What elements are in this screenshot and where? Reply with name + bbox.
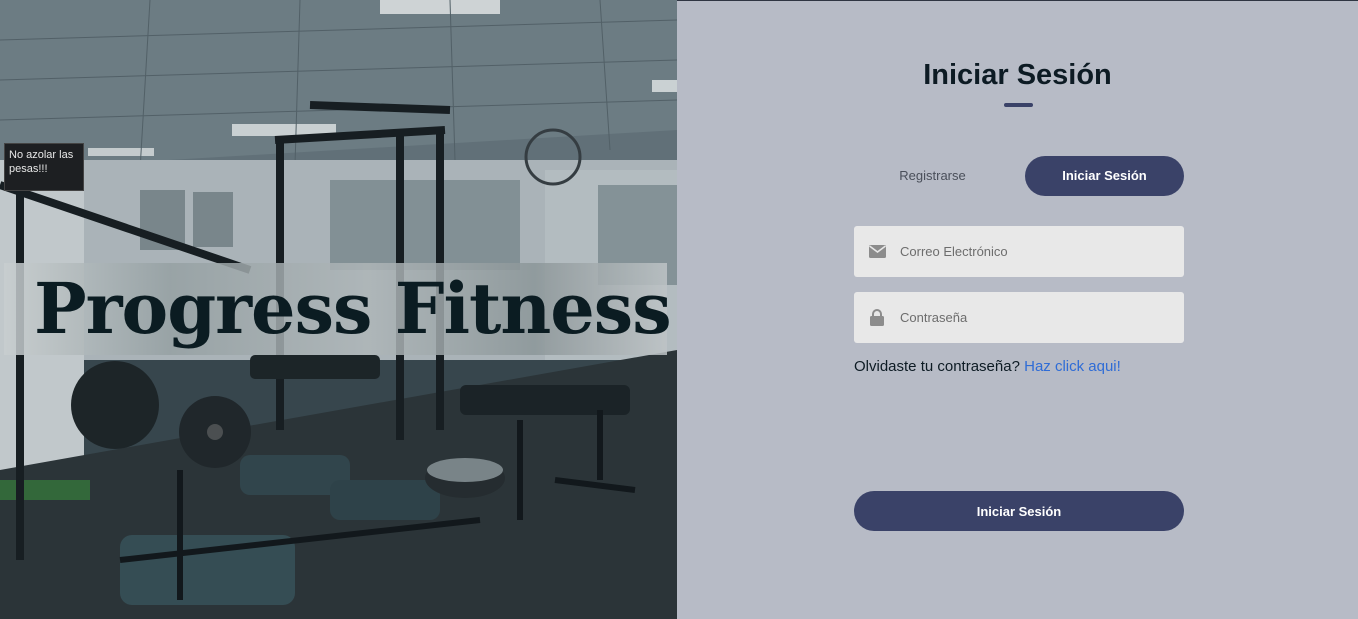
envelope-icon	[854, 245, 900, 258]
email-field[interactable]	[854, 226, 1184, 277]
login-submit-button[interactable]: Iniciar Sesión	[854, 491, 1184, 531]
tab-register[interactable]: Registrarse	[853, 156, 1012, 196]
password-field[interactable]	[854, 292, 1184, 343]
forgot-password: Olvidaste tu contraseña? Haz click aqui!	[854, 358, 1121, 375]
title-underline	[1004, 103, 1033, 107]
email-input[interactable]	[900, 231, 1170, 272]
gym-wall-sign: No azolar las pesas!!!	[4, 143, 84, 191]
login-page: No azolar las pesas!!! Progress Fitness …	[0, 0, 1358, 619]
brand-title: Progress Fitness	[34, 267, 672, 350]
forgot-password-link[interactable]: Haz click aqui!	[1024, 358, 1121, 375]
forgot-password-text: Olvidaste tu contraseña?	[854, 358, 1020, 375]
tab-login[interactable]: Iniciar Sesión	[1025, 156, 1184, 196]
lock-icon	[854, 309, 900, 326]
hero-image-panel: No azolar las pesas!!! Progress Fitness	[0, 0, 677, 619]
password-input[interactable]	[900, 297, 1170, 338]
page-title: Iniciar Sesión	[923, 59, 1112, 91]
login-form-panel: Iniciar Sesión Registrarse Iniciar Sesió…	[677, 0, 1358, 619]
